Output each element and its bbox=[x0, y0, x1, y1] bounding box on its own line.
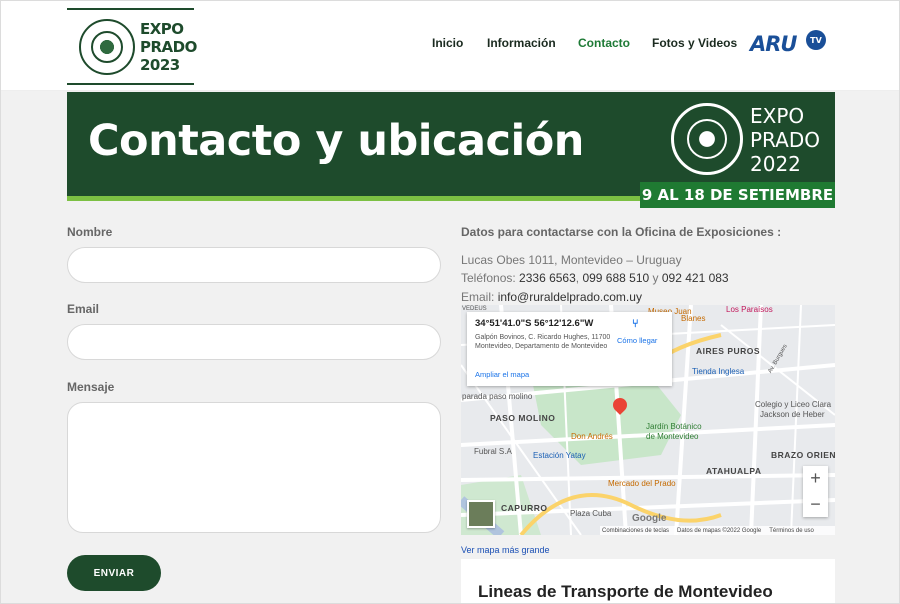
email-label: Email bbox=[67, 302, 100, 316]
map-label-paso-molino: PASO MOLINO bbox=[490, 413, 556, 423]
zoom-out-button[interactable]: − bbox=[803, 492, 828, 517]
tv-badge: TV bbox=[806, 30, 826, 50]
logo-text: EXPO PRADO 2023 bbox=[140, 20, 197, 74]
email-text-label: Email: bbox=[461, 290, 495, 304]
association-seal-icon bbox=[79, 19, 135, 75]
map-coordinates: 34°51'41.0"S 56°12'12.6"W bbox=[475, 318, 594, 329]
name-label: Nombre bbox=[67, 225, 113, 239]
nav-contacto[interactable]: Contacto bbox=[578, 36, 630, 50]
map-label-colegio: Colegio y Liceo Clara bbox=[755, 400, 832, 409]
nav-inicio[interactable]: Inicio bbox=[432, 36, 463, 50]
banner-expo-line-2: PRADO bbox=[750, 128, 820, 152]
google-logo: Google bbox=[632, 513, 667, 524]
email-link[interactable]: info@ruraldelprado.com.uy bbox=[498, 290, 642, 304]
map-label-mercado: Mercado del Prado bbox=[608, 479, 676, 488]
satellite-toggle[interactable] bbox=[467, 500, 495, 528]
banner-expo-logo: EXPO PRADO 2022 bbox=[750, 104, 820, 176]
contact-phones: Teléfonos: 2336 6563, 099 688 510 y 092 … bbox=[461, 271, 729, 285]
map-label-fubral: Fubral S.A bbox=[474, 447, 512, 456]
banner-expo-line-3: 2022 bbox=[750, 152, 801, 176]
nav-fotos-videos[interactable]: Fotos y Videos bbox=[652, 36, 737, 50]
map-label-don-andres: Don Andrés bbox=[571, 432, 613, 441]
map-label-brazo-oriental: BRAZO ORIEN bbox=[771, 450, 836, 460]
transport-title: Lineas de Transporte de Montevideo bbox=[478, 582, 773, 601]
map-footer: Combinaciones de teclas Datos de mapas ©… bbox=[600, 526, 835, 535]
map-label-los-paraisos: Los Paraísos bbox=[726, 305, 773, 314]
banner-seal-icon bbox=[671, 103, 743, 175]
map-label-plaza-cuba: Plaza Cuba bbox=[570, 509, 612, 518]
phone-3[interactable]: 092 421 083 bbox=[662, 271, 729, 285]
directions-link[interactable]: Cómo llegar bbox=[617, 336, 657, 345]
terms-link[interactable]: Términos de uso bbox=[769, 528, 814, 534]
expo-prado-logo[interactable]: EXPO PRADO 2023 bbox=[67, 8, 197, 85]
bigger-map-link[interactable]: Ver mapa más grande bbox=[461, 545, 550, 555]
site-header: EXPO PRADO 2023 Inicio Información Conta… bbox=[0, 0, 900, 91]
keyboard-shortcuts-link[interactable]: Combinaciones de teclas bbox=[602, 528, 669, 534]
map-label-estacion-yatay: Estación Yatay bbox=[533, 451, 586, 460]
map-label-aires-puros: AIRES PUROS bbox=[696, 346, 761, 356]
map-label-jardin-2: de Montevideo bbox=[646, 432, 699, 441]
aru-tv-logo[interactable]: ARU bbox=[750, 32, 797, 56]
directions-icon[interactable]: ⑂ bbox=[632, 318, 644, 330]
nav-informacion[interactable]: Información bbox=[487, 36, 556, 50]
map-label-blanes: Blanes bbox=[681, 314, 706, 323]
logo-line-3: 2023 bbox=[140, 56, 180, 74]
zoom-in-button[interactable]: + bbox=[803, 466, 828, 491]
message-label: Mensaje bbox=[67, 380, 115, 394]
enlarge-map-link[interactable]: Ampliar el mapa bbox=[475, 370, 529, 379]
phones-label: Teléfonos: bbox=[461, 271, 516, 285]
send-button[interactable]: ENVIAR bbox=[67, 555, 161, 591]
map-label-parada: parada paso molino bbox=[462, 392, 533, 401]
map-label-jardin-1: Jardín Botánico bbox=[646, 422, 702, 431]
event-dates-badge: 9 AL 18 DE SETIEMBRE bbox=[640, 182, 835, 208]
map-address: Galpón Bovinos, C. Ricardo Hughes, 11700… bbox=[475, 334, 611, 350]
page-title: Contacto y ubicación bbox=[88, 116, 584, 166]
name-input[interactable] bbox=[67, 247, 441, 283]
map-data-credit: Datos de mapas ©2022 Google bbox=[677, 527, 762, 534]
map-label-jackson: Jackson de Heber bbox=[760, 410, 825, 419]
email-input[interactable] bbox=[67, 324, 441, 360]
contact-address: Lucas Obes 1011, Montevideo – Uruguay bbox=[461, 253, 682, 267]
contact-email: Email: info@ruraldelprado.com.uy bbox=[461, 290, 642, 304]
message-textarea[interactable] bbox=[67, 402, 441, 533]
phone-1[interactable]: 2336 6563 bbox=[519, 271, 576, 285]
map-label-capurro: CAPURRO bbox=[501, 503, 548, 513]
logo-line-2: PRADO bbox=[140, 38, 197, 56]
logo-line-1: EXPO bbox=[140, 20, 184, 38]
map-label-atahualpa: ATAHUALPA bbox=[706, 466, 762, 476]
phone-2[interactable]: 099 688 510 bbox=[582, 271, 649, 285]
contact-title: Datos para contactarse con la Oficina de… bbox=[461, 225, 782, 239]
banner-expo-line-1: EXPO bbox=[750, 104, 805, 128]
map-label-tienda-inglesa: Tienda Inglesa bbox=[692, 367, 745, 376]
